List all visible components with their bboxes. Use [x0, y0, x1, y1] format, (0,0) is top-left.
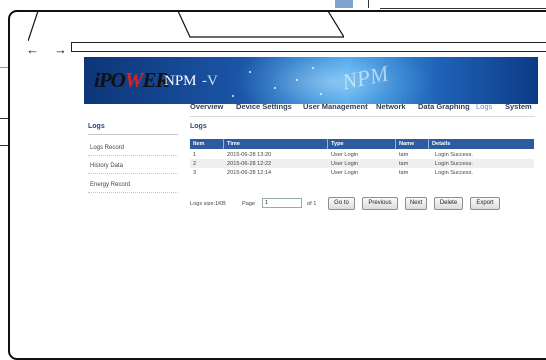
cell-details: Login Success.: [435, 169, 473, 176]
logs-size-label: Logs size:1KB: [190, 201, 226, 207]
previous-button[interactable]: Previous: [362, 197, 398, 210]
column-header-item: Item: [193, 141, 205, 147]
nav-data-graphing[interactable]: Data Graphing: [418, 102, 470, 111]
cell-details: Login Success.: [435, 160, 473, 167]
background-line: [380, 8, 546, 9]
column-divider: [395, 139, 396, 149]
delete-button[interactable]: Delete: [434, 197, 463, 210]
page-number-input[interactable]: 1: [262, 198, 302, 208]
sidebar-divider: [88, 155, 178, 156]
table-header: Item Time Type Name Details: [190, 139, 534, 149]
browser-window: ← → iPOWER NPM -V NPM Overview Device Se…: [8, 10, 546, 360]
cell-type: User Login: [331, 151, 359, 158]
address-bar[interactable]: [71, 42, 546, 52]
cell-time: 2015-06-28 12:22: [227, 160, 272, 167]
nav-network[interactable]: Network: [376, 102, 406, 111]
page-label: Page: [242, 201, 256, 207]
main-nav: Overview Device Settings User Management…: [190, 102, 545, 114]
nav-logs[interactable]: Logs: [476, 102, 492, 111]
cell-type: User Login: [331, 160, 359, 167]
banner-sparkle: [296, 79, 298, 81]
table-row[interactable]: 1 2015-06-28 13:20 User Login tam Login …: [190, 150, 534, 159]
sidebar-item-energy-record[interactable]: Energy Record: [90, 182, 130, 188]
header-banner: iPOWER NPM -V NPM: [84, 57, 538, 104]
browser-tab[interactable]: [178, 10, 344, 41]
column-divider: [428, 139, 429, 149]
page-count-label: of 1: [307, 201, 317, 207]
sidebar-item-logs-record[interactable]: Logs Record: [90, 145, 124, 151]
next-button[interactable]: Next: [405, 197, 427, 210]
export-button[interactable]: Export: [470, 197, 500, 210]
background-line: [368, 0, 369, 8]
cell-name: tam: [399, 151, 409, 158]
sidebar-divider: [88, 134, 178, 135]
cell-details: Login Success.: [435, 151, 473, 158]
column-header-type: Type: [331, 141, 344, 147]
banner-sparkle: [312, 67, 314, 69]
banner-sparkle: [249, 71, 251, 73]
sidebar-item-history-data[interactable]: History Data: [90, 163, 123, 169]
sidebar-title: Logs: [88, 123, 105, 130]
sidebar-divider: [88, 192, 178, 193]
column-divider: [327, 139, 328, 149]
nav-device-settings[interactable]: Device Settings: [236, 102, 292, 111]
banner-glow: [234, 57, 434, 104]
background-accent: [335, 0, 353, 8]
cell-time: 2015-06-28 12:14: [227, 169, 272, 176]
column-header-details: Details: [432, 141, 451, 147]
go-to-button[interactable]: Go to: [328, 197, 355, 210]
column-divider: [223, 139, 224, 149]
cell-item: 2: [193, 160, 197, 167]
back-arrow-icon[interactable]: ←: [26, 43, 39, 56]
banner-sparkle: [274, 87, 276, 89]
nav-overview[interactable]: Overview: [190, 102, 223, 111]
column-header-name: Name: [399, 141, 415, 147]
banner-sparkle: [320, 93, 322, 95]
pager-bar: Logs size:1KB Page 1 of 1 Go to Previous…: [190, 197, 534, 211]
column-header-time: Time: [227, 141, 240, 147]
product-name: NPM: [164, 73, 197, 89]
nav-system[interactable]: System: [505, 102, 532, 111]
cell-name: tam: [399, 169, 409, 176]
cell-name: tam: [399, 160, 409, 167]
table-row[interactable]: 2 2015-06-28 12:22 User Login tam Login …: [190, 159, 534, 168]
sidebar-divider: [88, 173, 178, 174]
cell-item: 1: [193, 151, 197, 158]
cell-time: 2015-06-28 13:20: [227, 151, 272, 158]
banner-sparkle: [232, 95, 234, 97]
nav-user-management[interactable]: User Management: [303, 102, 368, 111]
page-title: Logs: [190, 123, 207, 130]
cell-item: 3: [193, 169, 197, 176]
cell-type: User Login: [331, 169, 359, 176]
nav-divider: [190, 116, 535, 117]
browser-tab[interactable]: [28, 10, 180, 41]
product-name-tail: -V: [202, 73, 218, 89]
table-row[interactable]: 3 2015-06-28 12:14 User Login tam Login …: [190, 168, 534, 177]
ipower-logo: iPOWER: [94, 68, 170, 92]
forward-arrow-icon[interactable]: →: [54, 43, 67, 56]
